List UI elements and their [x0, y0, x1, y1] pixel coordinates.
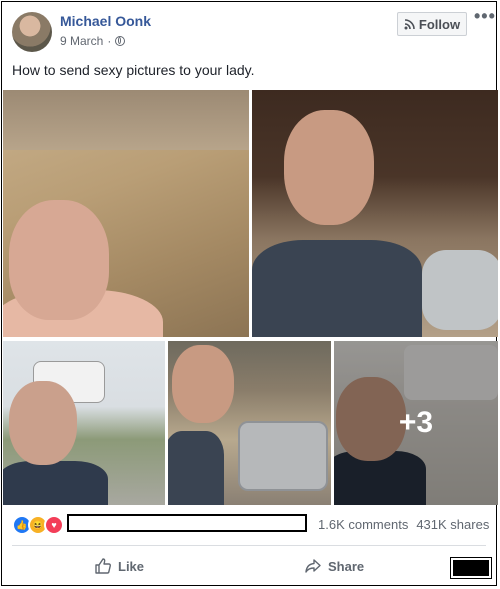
photo-sink — [422, 250, 498, 330]
post-date[interactable]: 9 March — [60, 34, 103, 48]
photo-person-shirt — [3, 461, 108, 505]
more-options-icon[interactable]: ••• — [474, 7, 496, 25]
divider — [12, 545, 486, 546]
thumbs-up-icon — [95, 558, 111, 574]
comments-count[interactable]: 1.6K comments — [318, 517, 408, 532]
photo-2[interactable] — [252, 90, 498, 337]
reaction-summary[interactable]: 👍 😆 ♥ — [12, 515, 64, 535]
photo-person-head — [9, 200, 109, 320]
rss-icon — [404, 18, 415, 29]
post-caption: How to send sexy pictures to your lady. — [12, 62, 255, 78]
photo-wall — [3, 90, 249, 150]
like-button[interactable]: Like — [94, 557, 144, 575]
photo-person-head — [9, 381, 77, 465]
like-label: Like — [118, 558, 145, 574]
photo-5-more[interactable]: +3 — [334, 341, 498, 505]
photo-1[interactable] — [3, 90, 249, 337]
avatar[interactable] — [12, 12, 52, 52]
redacted-box — [450, 557, 492, 579]
photo-3[interactable] — [3, 341, 165, 505]
share-arrow-icon — [305, 559, 321, 573]
photo-person-shirt — [168, 431, 224, 505]
photo-person-shirt — [252, 240, 422, 337]
share-label: Share — [328, 558, 365, 574]
photo-sink — [238, 421, 328, 491]
follow-label: Follow — [418, 16, 461, 32]
globe-icon — [115, 36, 126, 46]
more-photos-count: +3 — [398, 406, 434, 439]
photo-person-head — [172, 345, 234, 423]
post-meta: 9 March · — [60, 34, 126, 48]
shares-count[interactable]: 431K shares — [416, 517, 489, 532]
photo-4[interactable] — [168, 341, 331, 505]
share-button[interactable]: Share — [304, 557, 364, 575]
redacted-reaction-names — [67, 514, 307, 532]
engagement-counts: 1.6K comments 431K shares — [318, 517, 489, 532]
separator-dot: · — [107, 34, 112, 48]
author-name[interactable]: Michael Oonk — [60, 13, 151, 29]
love-reaction-icon: ♥ — [44, 515, 64, 535]
photo-person-head — [284, 110, 374, 225]
follow-button[interactable]: Follow — [397, 12, 467, 36]
